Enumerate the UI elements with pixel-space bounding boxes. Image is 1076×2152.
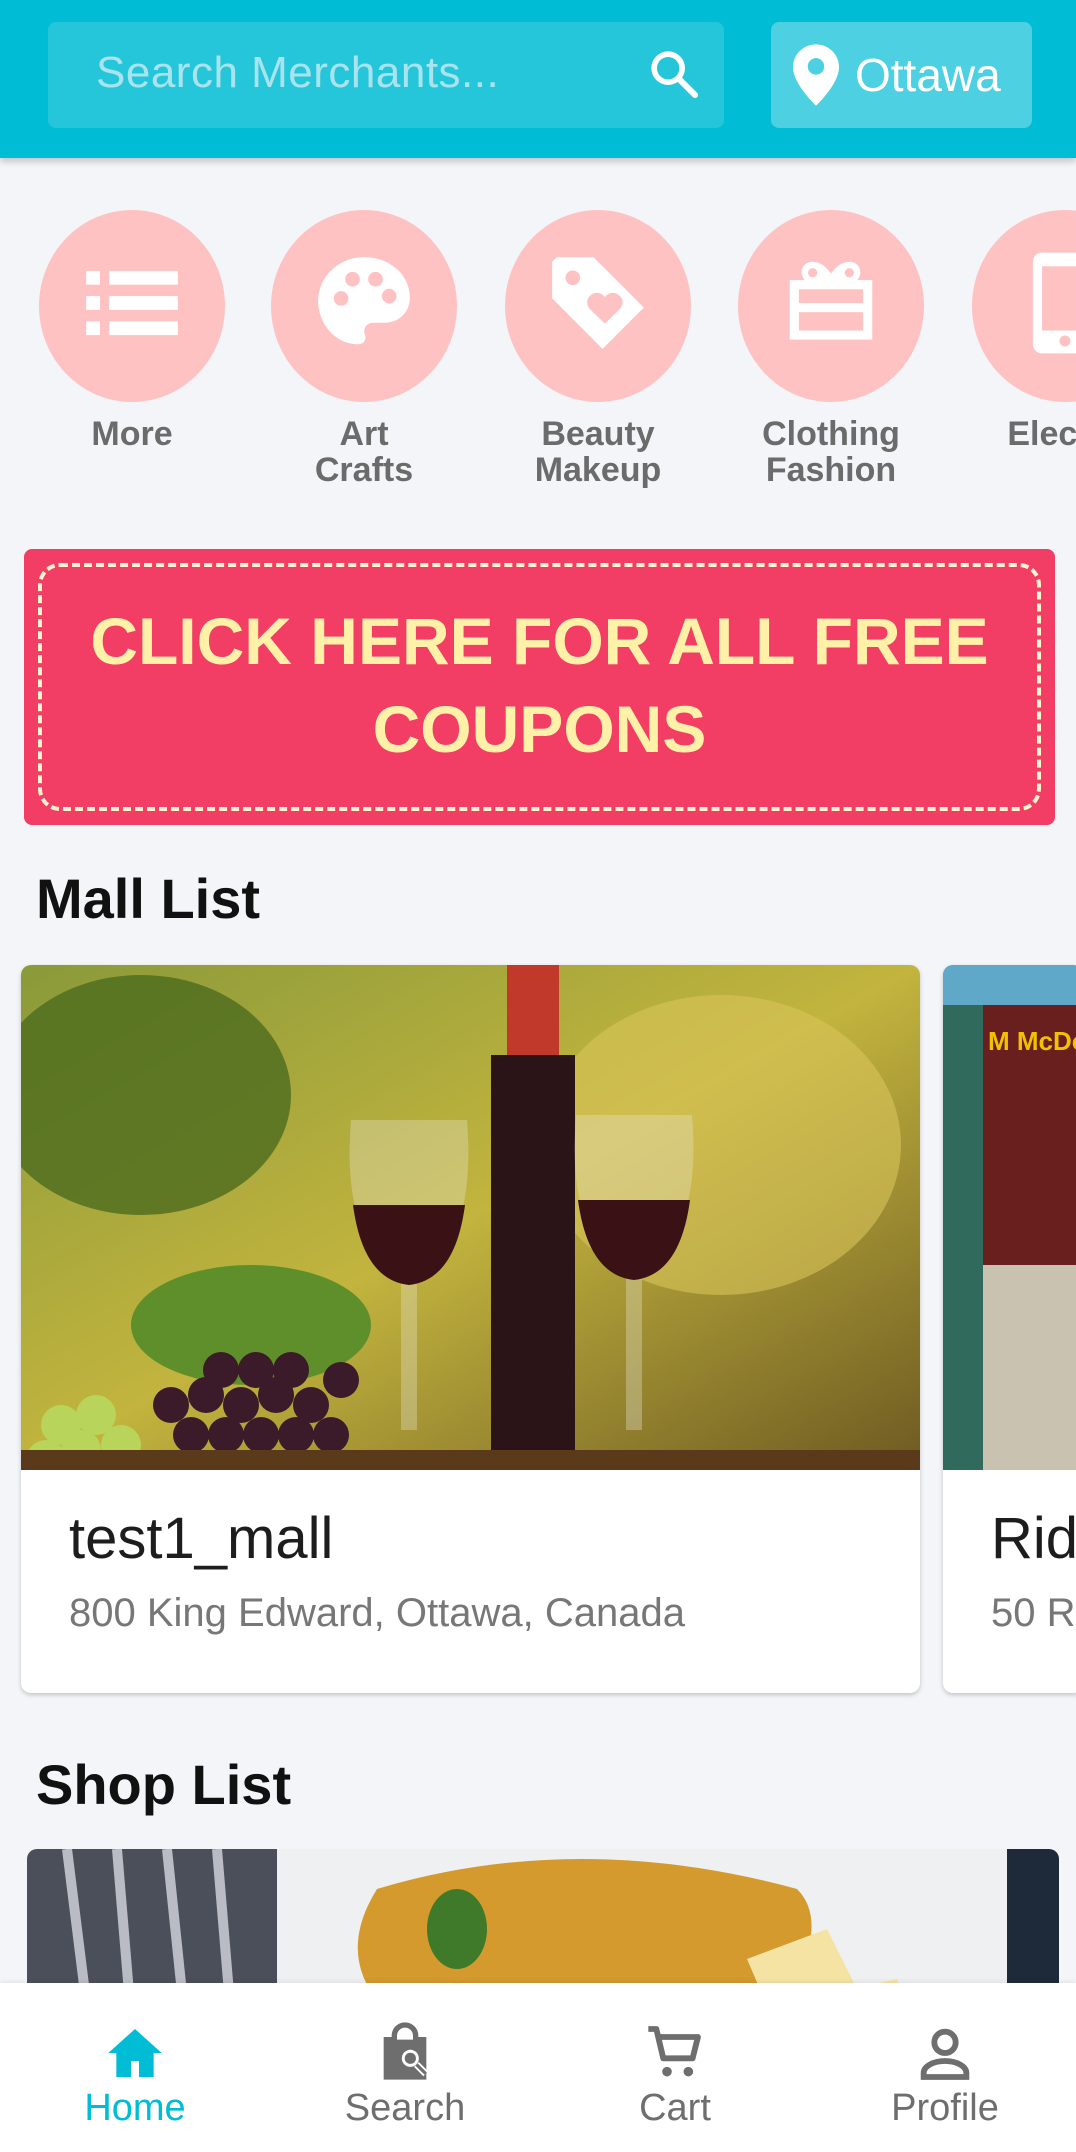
nav-label: Cart: [639, 2087, 711, 2129]
nav-label: Home: [84, 2087, 186, 2129]
person-icon: [920, 2028, 970, 2080]
gift-icon: [789, 261, 873, 340]
nav-profile[interactable]: Profile: [845, 1983, 1045, 2152]
mall-image: [21, 965, 920, 1470]
cart-icon: [648, 2026, 701, 2077]
category-art-crafts[interactable]: Art Crafts: [259, 210, 469, 488]
category-label: Art Crafts: [314, 415, 414, 489]
category-label: Clothing Fashion: [762, 415, 900, 489]
location-label: Ottawa: [855, 49, 1001, 101]
category-label: Beauty Makeup: [534, 415, 662, 489]
tag-heart-icon: [552, 257, 644, 349]
category-carousel[interactable]: More Art Crafts Beauty Makeup Clothing F…: [0, 210, 1076, 510]
category-more[interactable]: More: [27, 210, 237, 452]
app-screen: Search Merchants... Ottawa More Art Craf…: [0, 0, 1076, 2152]
nav-label: Profile: [891, 2087, 999, 2129]
category-circle: [972, 210, 1076, 402]
category-electro[interactable]: Electro: [960, 210, 1076, 452]
nav-home[interactable]: Home: [35, 1983, 235, 2152]
nav-cart[interactable]: Cart: [575, 1983, 775, 2152]
category-clothing-fashion[interactable]: Clothing Fashion: [726, 210, 936, 488]
top-bar: Search Merchants... Ottawa: [0, 0, 1076, 158]
search-bag-icon: [383, 2022, 429, 2080]
category-label: More: [91, 415, 173, 453]
home-icon: [108, 2029, 162, 2077]
mall-name: Rid: [991, 1506, 1076, 1571]
category-label: Electro: [1007, 415, 1076, 453]
free-coupons-banner[interactable]: CLICK HERE FOR ALL FREE COUPONS: [24, 549, 1055, 825]
category-circle: [738, 210, 924, 402]
list-icon: [86, 270, 178, 336]
mall-image: M McDo: [943, 965, 1076, 1470]
location-pin-icon: [793, 44, 839, 106]
location-button[interactable]: Ottawa: [771, 22, 1032, 128]
coupon-banner-text: CLICK HERE FOR ALL FREE COUPONS: [90, 604, 989, 766]
mall-card[interactable]: test1_mall 800 King Edward, Ottawa, Cana…: [21, 965, 920, 1693]
category-circle: [271, 210, 457, 402]
search-placeholder: Search Merchants...: [96, 48, 500, 97]
mall-address: 50 R: [991, 1591, 1076, 1635]
mall-address: 800 King Edward, Ottawa, Canada: [69, 1591, 685, 1635]
svg-text:M McDo: M McDo: [988, 1026, 1076, 1056]
nav-label: Search: [344, 2087, 466, 2129]
nav-search[interactable]: Search: [305, 1983, 505, 2152]
mall-list-title: Mall List: [36, 867, 261, 930]
shop-list-title: Shop List: [36, 1753, 292, 1816]
category-beauty-makeup[interactable]: Beauty Makeup: [493, 210, 703, 488]
search-input[interactable]: Search Merchants...: [48, 22, 724, 128]
palette-icon: [318, 257, 410, 345]
phone-icon: [1032, 252, 1076, 354]
category-circle: [505, 210, 691, 402]
category-circle: [39, 210, 225, 402]
bottom-navigation: Home Search Cart Profile: [0, 1983, 1076, 2152]
search-icon[interactable]: [646, 46, 702, 102]
mall-card[interactable]: M McDo Rid 50 R: [943, 965, 1076, 1693]
mall-name: test1_mall: [69, 1506, 334, 1571]
